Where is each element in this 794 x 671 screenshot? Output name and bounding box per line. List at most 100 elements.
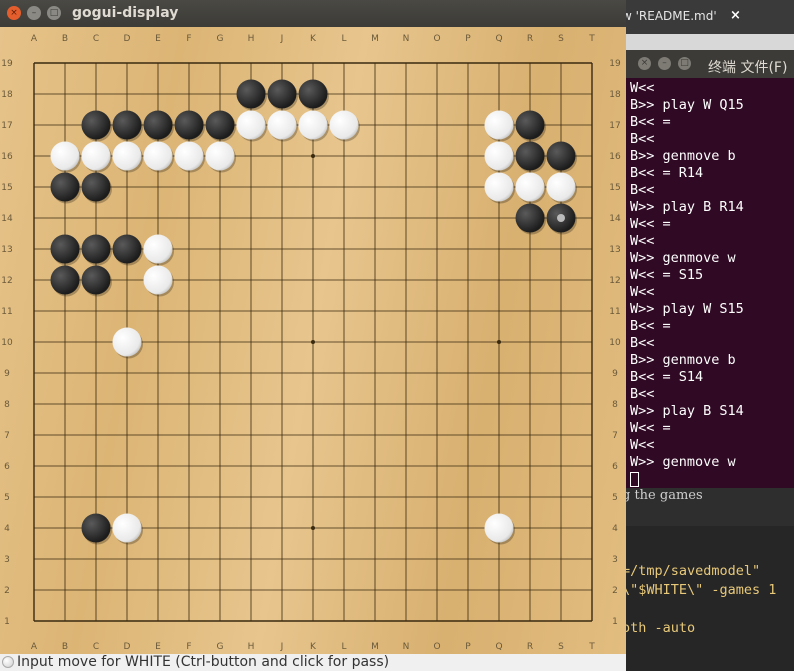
row-label: 17 (1, 121, 12, 131)
terminal-line: B>> genmove b (630, 352, 736, 368)
terminal-maximize-icon[interactable]: □ (678, 57, 691, 70)
column-label: G (217, 642, 224, 652)
terminal-line: B<< (630, 335, 655, 351)
row-label: 15 (1, 183, 12, 193)
row-label: 2 (4, 586, 10, 596)
terminal-line: B>> play W Q15 (630, 97, 744, 113)
row-label: 3 (4, 555, 10, 565)
black-stone[interactable] (50, 265, 80, 295)
white-stone[interactable] (546, 172, 576, 202)
row-label: 19 (1, 59, 13, 69)
row-label: 8 (612, 400, 618, 410)
black-stone[interactable] (81, 172, 111, 202)
white-stone[interactable] (484, 110, 514, 140)
star-point (497, 340, 501, 344)
white-stone[interactable] (143, 234, 173, 264)
black-stone[interactable] (81, 110, 111, 140)
code-line: =/tmp/savedmodel" (622, 563, 761, 579)
gogui-titlebar: × – □ gogui-display (0, 0, 626, 27)
column-label: Q (495, 34, 502, 44)
terminal-line: W>> play W S15 (630, 301, 744, 317)
terminal-minimize-icon[interactable]: – (658, 57, 671, 70)
column-label: H (248, 34, 255, 44)
row-label: 11 (1, 307, 12, 317)
white-stone[interactable] (143, 141, 173, 171)
white-stone[interactable] (81, 141, 111, 171)
column-label: C (93, 642, 99, 652)
column-label: F (186, 34, 191, 44)
column-label: P (465, 642, 471, 652)
black-stone[interactable] (112, 110, 142, 140)
black-stone[interactable] (81, 513, 111, 543)
black-stone[interactable] (298, 79, 328, 109)
black-stone[interactable] (546, 141, 576, 171)
row-label: 16 (1, 152, 13, 162)
black-stone[interactable] (267, 79, 297, 109)
terminal-titlebar: × – □ 终端 文件(F) (626, 50, 794, 78)
row-label: 5 (612, 493, 618, 503)
row-label: 14 (609, 214, 621, 224)
white-stone[interactable] (174, 141, 204, 171)
white-stone[interactable] (112, 327, 142, 357)
row-label: 19 (609, 59, 621, 69)
terminal-line: W<< (630, 233, 655, 249)
white-stone[interactable] (112, 141, 142, 171)
white-stone[interactable] (515, 172, 545, 202)
terminal-line: W<< (630, 80, 655, 96)
column-label: T (588, 34, 595, 44)
editor-tab-label[interactable]: w 'README.md' (622, 9, 717, 23)
white-stone[interactable] (329, 110, 359, 140)
white-stone[interactable] (50, 141, 80, 171)
black-stone[interactable] (515, 203, 545, 233)
column-label: N (403, 642, 410, 652)
terminal-line: W<< (630, 437, 655, 453)
column-label: E (155, 642, 161, 652)
column-label: T (588, 642, 595, 652)
white-stone[interactable] (143, 265, 173, 295)
black-stone[interactable] (81, 265, 111, 295)
terminal-line: B<< = (630, 114, 671, 130)
white-stone[interactable] (484, 172, 514, 202)
window-maximize-icon[interactable]: □ (47, 6, 61, 20)
window-minimize-icon[interactable]: – (27, 6, 41, 20)
go-board-canvas[interactable]: AABBCCDDEEFFGGHHJJKKLLMMNNOOPPQQRRSSTT19… (0, 27, 626, 654)
column-label: H (248, 642, 255, 652)
white-stone[interactable] (484, 513, 514, 543)
column-label: F (186, 642, 191, 652)
column-label: J (280, 34, 284, 44)
doc-text: g the games (622, 488, 703, 503)
terminal-prompt-line[interactable] (630, 471, 794, 488)
black-stone[interactable] (143, 110, 173, 140)
black-stone[interactable] (81, 234, 111, 264)
white-stone[interactable] (298, 110, 328, 140)
terminal-line: W>> play B S14 (630, 403, 744, 419)
column-label: A (31, 34, 38, 44)
code-area (626, 526, 794, 671)
white-stone[interactable] (236, 110, 266, 140)
column-label: L (341, 642, 346, 652)
star-point (311, 526, 315, 530)
white-stone[interactable] (112, 513, 142, 543)
black-stone[interactable] (112, 234, 142, 264)
row-label: 3 (612, 555, 618, 565)
column-label: C (93, 34, 99, 44)
terminal-close-icon[interactable]: × (638, 57, 651, 70)
black-stone[interactable] (205, 110, 235, 140)
column-label: J (280, 642, 284, 652)
white-stone[interactable] (267, 110, 297, 140)
black-stone[interactable] (174, 110, 204, 140)
black-stone[interactable] (515, 110, 545, 140)
black-stone[interactable] (236, 79, 266, 109)
white-stone[interactable] (205, 141, 235, 171)
terminal-line: W<< = S15 (630, 267, 704, 283)
black-stone[interactable] (50, 234, 80, 264)
column-label: N (403, 34, 410, 44)
terminal-window[interactable]: × – □ 终端 文件(F) W<< B>> play W Q15 B<< = B<<… (626, 50, 794, 488)
editor-tab-close-icon[interactable]: × (730, 8, 741, 23)
row-label: 1 (612, 617, 618, 627)
white-stone[interactable] (484, 141, 514, 171)
row-label: 14 (1, 214, 13, 224)
black-stone[interactable] (515, 141, 545, 171)
black-stone[interactable] (50, 172, 80, 202)
window-close-icon[interactable]: × (7, 6, 21, 20)
